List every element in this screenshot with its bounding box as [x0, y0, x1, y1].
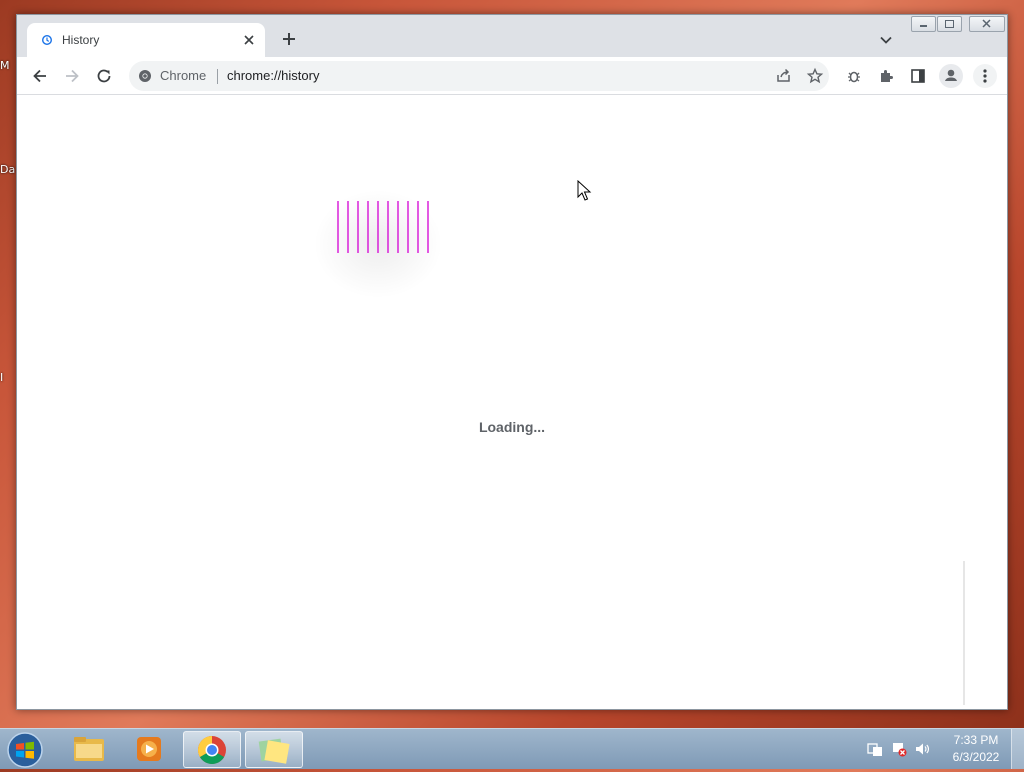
action-center-icon[interactable]	[867, 741, 883, 757]
loading-text: Loading...	[478, 419, 546, 435]
windows-start-icon[interactable]	[6, 731, 44, 769]
network-error-icon[interactable]	[891, 741, 907, 757]
taskbar-chrome[interactable]	[183, 731, 241, 768]
bookmark-star-icon[interactable]	[804, 65, 826, 87]
loading-spinner-icon	[337, 201, 429, 253]
omnibox-chip: Chrome	[160, 68, 207, 83]
new-tab-icon[interactable]	[279, 29, 299, 49]
chrome-window: History Chrome chrome://history Loading.…	[16, 14, 1008, 710]
minimize-button[interactable]	[911, 16, 936, 32]
scrollbar-track[interactable]	[963, 561, 965, 705]
back-icon[interactable]	[29, 65, 51, 87]
omnibox-divider	[217, 69, 218, 84]
tab-title: History	[62, 33, 100, 47]
volume-icon[interactable]	[914, 741, 930, 757]
restore-icon	[945, 20, 954, 28]
taskbar: 7:33 PM 6/3/2022	[0, 728, 1024, 769]
forward-icon[interactable]	[61, 65, 83, 87]
share-icon[interactable]	[773, 65, 795, 87]
tab-history[interactable]: History	[27, 23, 265, 57]
desktop-icon-label[interactable]: Da	[0, 164, 15, 176]
side-panel-icon[interactable]	[907, 65, 929, 87]
history-icon	[41, 34, 53, 46]
page-content: Loading...	[17, 95, 1007, 709]
browser-toolbar: Chrome chrome://history	[17, 57, 1007, 95]
desktop-icon-label[interactable]: I	[0, 372, 3, 384]
close-window-button[interactable]	[969, 16, 1005, 32]
menu-kebab-icon[interactable]	[972, 63, 998, 89]
clock-time[interactable]: 7:33 PM	[944, 733, 1008, 747]
minimize-icon	[920, 25, 927, 27]
show-desktop-button[interactable]	[1011, 729, 1024, 769]
sticky-notes-icon	[258, 738, 290, 764]
chrome-icon	[139, 70, 151, 82]
taskbar-explorer[interactable]	[60, 731, 116, 766]
taskbar-media-player[interactable]	[120, 731, 176, 766]
folder-icon	[74, 737, 104, 761]
extensions-icon[interactable]	[875, 65, 897, 87]
close-icon	[982, 19, 991, 28]
cursor-arrow-icon	[577, 180, 592, 201]
reload-icon[interactable]	[93, 65, 115, 87]
restore-button[interactable]	[937, 16, 962, 32]
profile-avatar-icon[interactable]	[938, 63, 964, 89]
desktop-icon-label[interactable]: M	[0, 60, 10, 72]
chevron-down-icon[interactable]	[877, 31, 895, 49]
tab-strip: History	[17, 15, 1007, 57]
close-tab-icon[interactable]	[239, 30, 259, 50]
taskbar-sticky-notes[interactable]	[245, 731, 303, 768]
chrome-icon	[198, 736, 226, 764]
address-bar[interactable]: Chrome chrome://history	[129, 61, 829, 91]
url-text[interactable]: chrome://history	[227, 68, 319, 83]
clock-date[interactable]: 6/3/2022	[944, 750, 1008, 764]
bug-extension-icon[interactable]	[843, 65, 865, 87]
media-player-icon	[137, 737, 161, 761]
